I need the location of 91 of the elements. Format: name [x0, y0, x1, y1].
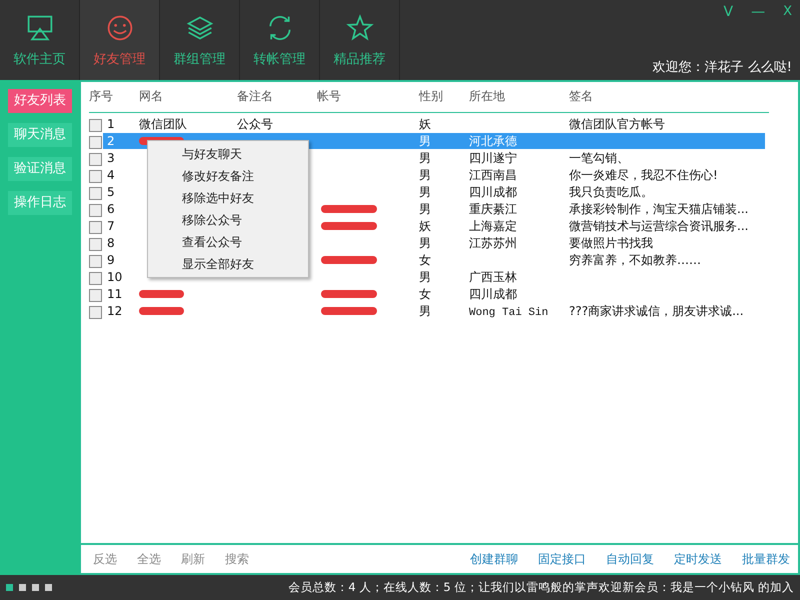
column-header: 网名: [139, 89, 163, 103]
menu-item[interactable]: 移除公众号: [148, 209, 308, 231]
column-header: 帐号: [317, 89, 341, 103]
checkbox[interactable]: [89, 118, 102, 132]
status-text: 会员总数：4 人；在线人数：5 位；让我们以雷鸣般的掌声欢迎新会员：我是一个小钻风 的加入: [288, 580, 794, 595]
skin-button[interactable]: V: [724, 4, 734, 20]
close-button[interactable]: X: [783, 4, 792, 20]
table-cell: 男: [419, 168, 431, 182]
table-cell: 承接彩铃制作，淘宝天猫店铺装...: [569, 202, 748, 216]
checkbox[interactable]: [89, 136, 102, 149]
minimize-button[interactable]: —: [751, 4, 766, 20]
table-cell: 1: [107, 117, 115, 132]
page-indicator-icon: [6, 584, 52, 591]
table-cell: 男: [419, 134, 431, 148]
toolbar-link[interactable]: 搜索: [225, 550, 249, 568]
checkbox[interactable]: [89, 288, 102, 302]
checkbox[interactable]: [89, 306, 102, 319]
table-cell: 女: [419, 287, 431, 301]
checkbox[interactable]: [89, 272, 102, 285]
checkbox[interactable]: [89, 238, 102, 251]
table-cell: 微营销技术与运营综合资讯服务...: [569, 219, 748, 233]
table-cell: 11: [107, 287, 122, 302]
column-header: 签名: [569, 89, 593, 103]
checkbox[interactable]: [89, 220, 102, 234]
table-cell: 广西玉林: [469, 270, 517, 284]
screen-icon: [26, 14, 54, 42]
table-cell: 四川成都: [469, 185, 517, 199]
menu-item[interactable]: 显示全部好友: [148, 253, 308, 275]
table-cell: 四川遂宁: [469, 151, 517, 165]
toolbar-link[interactable]: 刷新: [181, 550, 205, 568]
table-cell: 江西南昌: [469, 168, 517, 182]
menu-item[interactable]: 与好友聊天: [148, 143, 308, 165]
table-cell: 9: [107, 253, 115, 268]
table-cell: 女: [419, 253, 431, 267]
table-cell: 江苏苏州: [469, 236, 517, 250]
star-icon: [346, 14, 374, 42]
table-cell: 男: [419, 151, 431, 165]
table-cell: 2: [107, 134, 115, 148]
table-cell: 要做照片书找我: [569, 236, 653, 250]
checkbox[interactable]: [89, 152, 102, 166]
table-cell: 4: [107, 168, 115, 182]
toolbar-link[interactable]: 创建群聊: [470, 550, 518, 568]
table-cell: 穷养富养，不如教养……: [569, 253, 701, 267]
table-cell: 5: [107, 185, 115, 200]
table-cell: 你一炎难尽，我忍不住伤心!: [569, 168, 718, 182]
table-cell: 7: [107, 219, 115, 234]
table-cell: 10: [107, 270, 122, 284]
toolbar-link[interactable]: 定时发送: [674, 550, 722, 568]
checkbox[interactable]: [89, 254, 102, 268]
menu-item[interactable]: 移除选中好友: [148, 187, 308, 209]
toolbar-link[interactable]: 固定接口: [538, 550, 586, 568]
table-cell: 妖: [419, 219, 431, 233]
menu-item[interactable]: 修改好友备注: [148, 165, 308, 187]
table-cell: 男: [419, 304, 431, 318]
table-cell: 3: [107, 151, 115, 166]
sidebar-item[interactable]: 好友列表: [8, 89, 72, 113]
table-cell: 公众号: [237, 117, 273, 131]
table-cell: Wong Tai Sin: [469, 307, 548, 319]
table-cell: 重庆綦江: [469, 202, 517, 216]
menu-item[interactable]: 查看公众号: [148, 231, 308, 253]
toolbar-link[interactable]: 反选: [93, 550, 117, 568]
table-cell: 我只负责吃瓜。: [569, 185, 653, 199]
table-cell: 8: [107, 236, 115, 250]
checkbox[interactable]: [89, 186, 102, 200]
table-cell: 一笔勾销、: [569, 151, 629, 165]
welcome-text: 欢迎您：洋花子 么么哒!: [652, 59, 792, 76]
table-cell: 男: [419, 236, 431, 250]
checkbox[interactable]: [89, 170, 102, 183]
table-cell: 微信团队官方帐号: [569, 117, 665, 131]
table-cell: 12: [107, 304, 122, 318]
smiley-icon: [106, 14, 134, 42]
table-cell: 男: [419, 185, 431, 199]
column-header: 性别: [419, 89, 443, 103]
column-header: 序号: [89, 89, 113, 103]
checkbox[interactable]: [89, 204, 102, 217]
table-cell: 男: [419, 202, 431, 216]
toolbar-link[interactable]: 自动回复: [606, 550, 654, 568]
table-cell: 河北承德: [469, 134, 517, 148]
column-header: 备注名: [237, 89, 273, 103]
table-cell: 微信团队: [139, 117, 187, 131]
table-cell: 四川成都: [469, 287, 517, 301]
table-cell: 妖: [419, 117, 431, 131]
table-cell: 上海嘉定: [469, 219, 517, 233]
column-header: 所在地: [469, 89, 505, 103]
toolbar-link[interactable]: 全选: [137, 550, 161, 568]
table-cell: 6: [107, 202, 115, 216]
nav-tab[interactable]: 好友管理: [80, 0, 160, 80]
table-cell: 男: [419, 270, 431, 284]
table-cell: ???商家讲求诚信，朋友讲求诚...: [569, 304, 744, 318]
layers-icon: [186, 14, 214, 42]
toolbar-link[interactable]: 批量群发: [742, 550, 790, 568]
